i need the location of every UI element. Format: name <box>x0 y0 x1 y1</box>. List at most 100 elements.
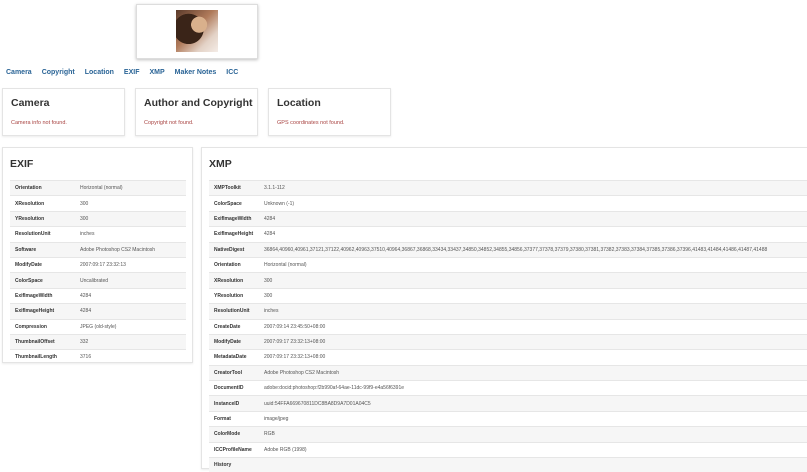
field-key: ModifyDate <box>10 256 75 273</box>
table-row: DocumentID adobe:docid:photoshop:f2b990af… <box>209 380 807 396</box>
field-key: MetadataDate <box>209 349 259 366</box>
table-row: ThumbnailLength 3716 <box>10 349 186 365</box>
table-row: ExifImageWidth 4284 <box>209 210 807 227</box>
table-row: XMPToolkit 3.1.1-112 <box>209 179 807 196</box>
field-key: InstanceID <box>209 395 259 412</box>
field-key: Orientation <box>209 256 259 273</box>
field-value: Horizontal (normal) <box>259 256 807 273</box>
field-value: JPEG (old-style) <box>75 318 186 335</box>
field-value: 300 <box>75 210 186 227</box>
section-nav: Camera Copyright Location EXIF XMP Maker… <box>6 69 248 76</box>
location-message: GPS coordinates not found. <box>277 120 345 126</box>
table-row: ExifImageHeight 4284 <box>10 303 186 320</box>
field-value: 4284 <box>259 210 807 227</box>
table-row: CreatorTool Adobe Photoshop CS2 Macintosh <box>209 364 807 381</box>
table-row: ICCProfileName Adobe RGB (1998) <box>209 441 807 458</box>
table-row: ColorSpace Uncalibrated <box>10 272 186 289</box>
xmp-title: XMP <box>209 158 232 170</box>
field-value: 36864,40960,40961,37121,37122,40962,4096… <box>259 241 807 258</box>
field-value: Uncalibrated <box>75 272 186 289</box>
table-row: YResolution 300 <box>10 210 186 227</box>
nav-link-copyright[interactable]: Copyright <box>42 69 75 76</box>
field-value: inches <box>75 226 186 243</box>
field-value: 2007:09:17 23:32:13 <box>75 256 186 273</box>
xmp-panel: XMP XMPToolkit 3.1.1-112 ColorSpace Unknown… <box>201 147 807 472</box>
exif-panel: EXIF Orientation Horizontal (normal) XReso… <box>2 147 193 365</box>
field-key: XResolution <box>209 272 259 289</box>
field-key: ColorSpace <box>10 272 75 289</box>
table-row: CreateDate 2007:09:14 23:45:50+08:00 <box>209 318 807 335</box>
field-value: uuid:54FFA669670811DC8BA8D9A7D01A04C5 <box>259 395 807 412</box>
field-value: inches <box>259 303 807 320</box>
copyright-title: Author and Copyright <box>144 97 253 109</box>
copyright-panel: Author and Copyright Copyright not found… <box>135 88 258 136</box>
table-row: ExifImageHeight 4284 <box>209 226 807 243</box>
field-value: 300 <box>75 195 186 212</box>
field-value: 3.1.1-112 <box>259 179 807 196</box>
table-row: InstanceID uuid:54FFA669670811DC8BA8D9A7D… <box>209 395 807 412</box>
table-row: Orientation Horizontal (normal) <box>209 256 807 273</box>
field-key: ModifyDate <box>209 333 259 350</box>
table-row: ThumbnailOffset 332 <box>10 333 186 350</box>
field-key: Orientation <box>10 179 75 196</box>
nav-link-icc[interactable]: ICC <box>226 69 238 76</box>
field-key: ExifImageHeight <box>209 226 259 243</box>
field-key: ExifImageWidth <box>209 210 259 227</box>
camera-title: Camera <box>11 97 50 109</box>
exif-table: Orientation Horizontal (normal) XResolutio… <box>10 179 186 365</box>
field-key: ExifImageWidth <box>10 287 75 304</box>
field-value: 4284 <box>75 303 186 320</box>
nav-link-maker-notes[interactable]: Maker Notes <box>175 69 217 76</box>
field-value: 3716 <box>75 349 186 365</box>
field-key: ResolutionUnit <box>209 303 259 320</box>
field-value: 332 <box>75 333 186 350</box>
table-row: ColorSpace Unknown (-1) <box>209 195 807 212</box>
field-key: ResolutionUnit <box>10 226 75 243</box>
table-row: ResolutionUnit inches <box>10 226 186 243</box>
field-key: YResolution <box>10 210 75 227</box>
xmp-table: XMPToolkit 3.1.1-112 ColorSpace Unknown (-1… <box>209 179 807 472</box>
field-value: 2007:09:14 23:45:50+08:00 <box>259 318 807 335</box>
field-key: DocumentID <box>209 380 259 396</box>
field-value: 2007:09:17 23:32:13+08:00 <box>259 349 807 366</box>
table-row: Software Adobe Photoshop CS2 Macintosh <box>10 241 186 258</box>
field-value: Adobe RGB (1998) <box>259 441 807 458</box>
table-row: ColorMode RGB <box>209 426 807 443</box>
field-value: adobe:docid:photoshop:f2b990af-64ae-11dc… <box>259 380 807 396</box>
field-value: 4284 <box>259 226 807 243</box>
camera-message: Camera info not found. <box>11 120 67 126</box>
field-value: 300 <box>259 287 807 304</box>
image-preview <box>136 4 258 59</box>
field-key: CreatorTool <box>209 364 259 381</box>
field-value: RGB <box>259 426 807 443</box>
copyright-message: Copyright not found. <box>144 120 194 126</box>
field-key: XMPToolkit <box>209 179 259 196</box>
exif-title: EXIF <box>10 158 34 170</box>
field-key: YResolution <box>209 287 259 304</box>
table-row: ModifyDate 2007:09:17 23:32:13 <box>10 256 186 273</box>
field-value: image/jpeg <box>259 410 807 427</box>
table-row: YResolution 300 <box>209 287 807 304</box>
field-value: Horizontal (normal) <box>75 179 186 196</box>
field-key: NativeDigest <box>209 241 259 258</box>
field-key: ColorSpace <box>209 195 259 212</box>
field-value: Adobe Photoshop CS2 Macintosh <box>259 364 807 381</box>
nav-link-camera[interactable]: Camera <box>6 69 32 76</box>
table-row: XResolution 300 <box>209 272 807 289</box>
table-row: Orientation Horizontal (normal) <box>10 179 186 196</box>
field-value: 2007:09:17 23:32:13+08:00 <box>259 333 807 350</box>
nav-link-exif[interactable]: EXIF <box>124 69 140 76</box>
field-key: CreateDate <box>209 318 259 335</box>
field-value: Unknown (-1) <box>259 195 807 212</box>
field-key: ThumbnailOffset <box>10 333 75 350</box>
field-key: Format <box>209 410 259 427</box>
field-key: XResolution <box>10 195 75 212</box>
table-row: ModifyDate 2007:09:17 23:32:13+08:00 <box>209 333 807 350</box>
table-row: NativeDigest 36864,40960,40961,37121,3712… <box>209 241 807 258</box>
field-value: 4284 <box>75 287 186 304</box>
nav-link-xmp[interactable]: XMP <box>149 69 164 76</box>
nav-link-location[interactable]: Location <box>85 69 114 76</box>
location-panel: Location GPS coordinates not found. <box>268 88 391 136</box>
field-key: Software <box>10 241 75 258</box>
field-key: ColorMode <box>209 426 259 443</box>
